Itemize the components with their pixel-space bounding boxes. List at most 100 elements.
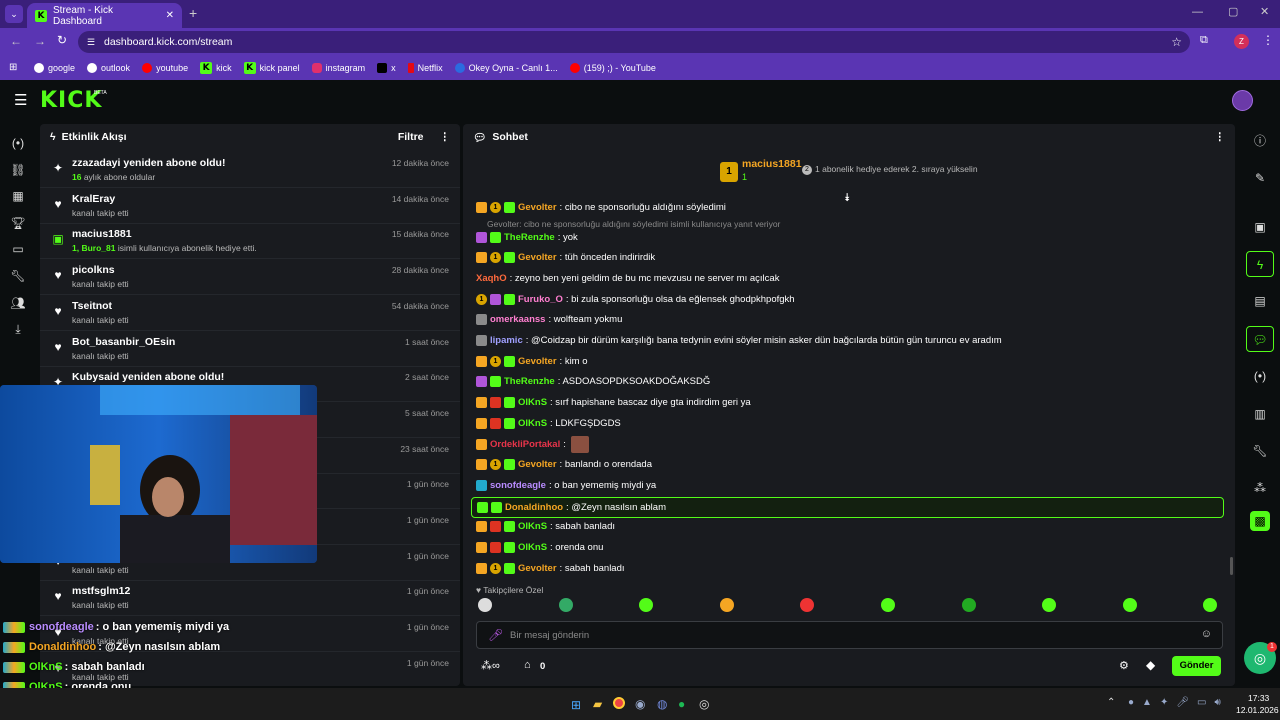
obs-icon[interactable]: ◎ [699,697,709,711]
emote-picker-icon[interactable]: ◆ [1146,658,1155,672]
emote-icon[interactable] [1042,598,1057,612]
site-info-icon[interactable]: ☰ [87,31,95,53]
hamburger-menu-icon[interactable]: ☰ [14,91,27,109]
stack-icon[interactable]: ▥ [1246,401,1274,427]
bookmark-youtube[interactable]: youtube [142,63,188,73]
clock-date[interactable]: 12.01.2026 [1236,705,1279,715]
activity-menu-icon[interactable]: ⋮ [440,131,451,143]
activity-item[interactable]: ♥ KralEray kanalı takip etti 14 dakika önce [40,188,460,224]
edit-icon[interactable]: ✎ [1246,165,1274,191]
chat-message[interactable]: 1 Furuko_O: bi zula sponsorluğu olsa da e… [476,290,795,308]
spotify-icon[interactable]: ● [678,697,685,711]
close-tab-icon[interactable]: ✕ [166,10,174,21]
extensions-icon[interactable]: ⧉ [1200,34,1208,47]
chat-username[interactable]: OrdekliPortakal [490,439,560,450]
chat-message[interactable]: lipamic: @Coidzap bir dürüm karşılığı ba… [476,332,1002,350]
chat-username[interactable]: sonofdeagle [490,480,546,491]
users-icon[interactable]: 👥︎ [10,295,26,311]
scroll-down-icon[interactable]: ⯯ [844,192,851,205]
emoji-icon[interactable]: ☺ [1201,628,1212,640]
emote-icon[interactable] [1203,598,1218,612]
bookmark-google[interactable]: google [34,63,75,73]
send-button[interactable]: Gönder [1172,656,1221,676]
emote-icon[interactable] [800,598,815,612]
chat-username[interactable]: Gevolter [518,202,557,213]
emote-icon[interactable] [719,598,734,612]
chat-message[interactable]: TheRenzhe: yok [476,228,578,246]
activity-item[interactable]: ♥ mstfsglm12 kanalı takip etti 1 gün önce [40,580,460,617]
new-tab-icon[interactable]: + [189,5,197,21]
chat-username[interactable]: Donaldinhoo [505,502,563,513]
minimize-icon[interactable]: — [1192,6,1203,18]
document-icon[interactable]: ▤ [1246,288,1274,314]
info-icon[interactable]: ⓘ [1246,128,1274,154]
chat-scrollbar[interactable] [1230,557,1233,575]
apps-grid-icon[interactable]: ⊞ [9,62,17,73]
tools-icon[interactable]: 🔧︎ [1246,438,1274,464]
filter-button[interactable]: Filtre [398,131,424,143]
chat-username[interactable]: Furuko_O [518,294,563,305]
chat-message[interactable]: OlKnS: sırf hapishane bascaz diye gta in… [476,394,751,412]
chat-message[interactable]: 1 Gevolter: kim o [476,352,588,370]
activity-item[interactable]: ♥ Bot_basanbir_OEsin kanalı takip etti 1 sa… [40,331,460,367]
chat-menu-icon[interactable]: ⋮ [1215,131,1226,143]
emote-icon[interactable] [639,598,654,612]
close-window-icon[interactable]: ✕ [1260,5,1269,18]
tab-kick-dashboard[interactable]: K Stream - Kick Dashboard ✕ [27,3,182,28]
profile-avatar[interactable]: Z [1234,34,1249,49]
chat-username[interactable]: lipamic [490,335,523,346]
tray-icons[interactable]: ●▲✦🎤︎▭🔊︎ [1128,697,1229,708]
reload-icon[interactable]: ↻ [57,33,67,47]
chat-message[interactable]: XaqhO: zeyno ben yeni geldim de bu mc me… [476,269,779,287]
chat-settings-icon[interactable]: ⚙ [1119,659,1129,672]
chat-message[interactable]: OlKnS: LDKFGŞDGDS [476,414,621,432]
chat-message[interactable]: 1 Gevolter: sabah banladı [476,559,625,577]
apps-icon[interactable]: ⁂ [1246,475,1274,501]
activity-item[interactable]: ♥ picolkns kanalı takip etti 28 dakika önce [40,259,460,296]
forward-icon[interactable]: → [34,34,46,48]
emote-icon[interactable] [881,598,895,612]
chat-username[interactable]: Gevolter [518,252,557,263]
chat-toggle-icon[interactable]: 💬︎ [1246,326,1274,352]
maximize-icon[interactable]: ▢ [1228,5,1238,18]
bookmark-x[interactable]: x [377,63,396,73]
points-icon[interactable]: ⁂∞ [481,659,500,672]
chrome-icon[interactable] [613,697,625,709]
url-input[interactable]: ☰ dashboard.kick.com/stream ☆ [78,31,1190,53]
user-avatar[interactable] [1232,90,1253,111]
upload-icon[interactable]: ⤓ [10,321,26,337]
link-icon[interactable]: ⛓ [10,162,26,178]
chat-message[interactable]: Donaldinhoo: @Zeyn nasılsın ablam [471,497,1224,519]
bookmark-star-icon[interactable]: ☆ [1171,31,1182,53]
bookmark-youtube-2[interactable]: (159) ;) - YouTube [569,63,656,73]
chat-username[interactable]: omerkaanss [490,314,545,325]
bookmark-okey[interactable]: Okey Oyna - Canlı 1... [454,63,558,73]
chat-message[interactable]: 1 Gevolter: cibo ne sponsorluğu aldığını … [476,198,726,216]
explorer-icon[interactable]: ▰ [593,697,602,711]
chat-username[interactable]: OlKnS [518,418,547,429]
chat-message[interactable]: 1 Gevolter: tüh önceden indirirdik [476,249,655,267]
broadcast-icon[interactable]: (•) [10,135,26,151]
chat-username[interactable]: OlKnS [518,521,547,532]
screen-icon[interactable]: ▣ [1246,214,1274,240]
bookmark-instagram[interactable]: instagram [311,63,365,73]
chat-message[interactable]: TheRenzhe: ASDOASOPDKSOAKDOĞAKSDĞ [476,373,710,391]
bookmark-outlook[interactable]: outlook [87,63,130,73]
microphone-icon[interactable]: 🎤︎ [488,628,503,642]
chat-message[interactable]: OlKnS: sabah banladı [476,518,615,536]
bookmark-kick-panel[interactable]: Kkick panel [243,62,300,74]
emote-icon[interactable] [1122,598,1137,612]
clock-time[interactable]: 17:33 [1248,693,1269,703]
bookmark-kick[interactable]: Kkick [200,62,232,74]
broadcast-icon-right[interactable]: (•) [1246,363,1274,389]
chat-username[interactable]: Gevolter [518,459,557,470]
back-icon[interactable]: ← [10,34,22,48]
emote-icon[interactable] [478,598,492,612]
chat-message[interactable]: omerkaanss: wolfteam yokmu [476,311,622,329]
chat-message[interactable]: OlKnS: orenda onu [476,539,603,557]
trophy-icon[interactable]: 🏆︎ [10,215,26,231]
activity-item[interactable]: ▣ macius1881 1, Buro_81 isimli kullanıcıya… [40,223,460,260]
tab-search-icon[interactable]: ⌄ [5,5,23,23]
chat-username[interactable]: TheRenzhe [504,232,555,243]
chat-message[interactable]: OrdekliPortakal: [476,435,589,453]
